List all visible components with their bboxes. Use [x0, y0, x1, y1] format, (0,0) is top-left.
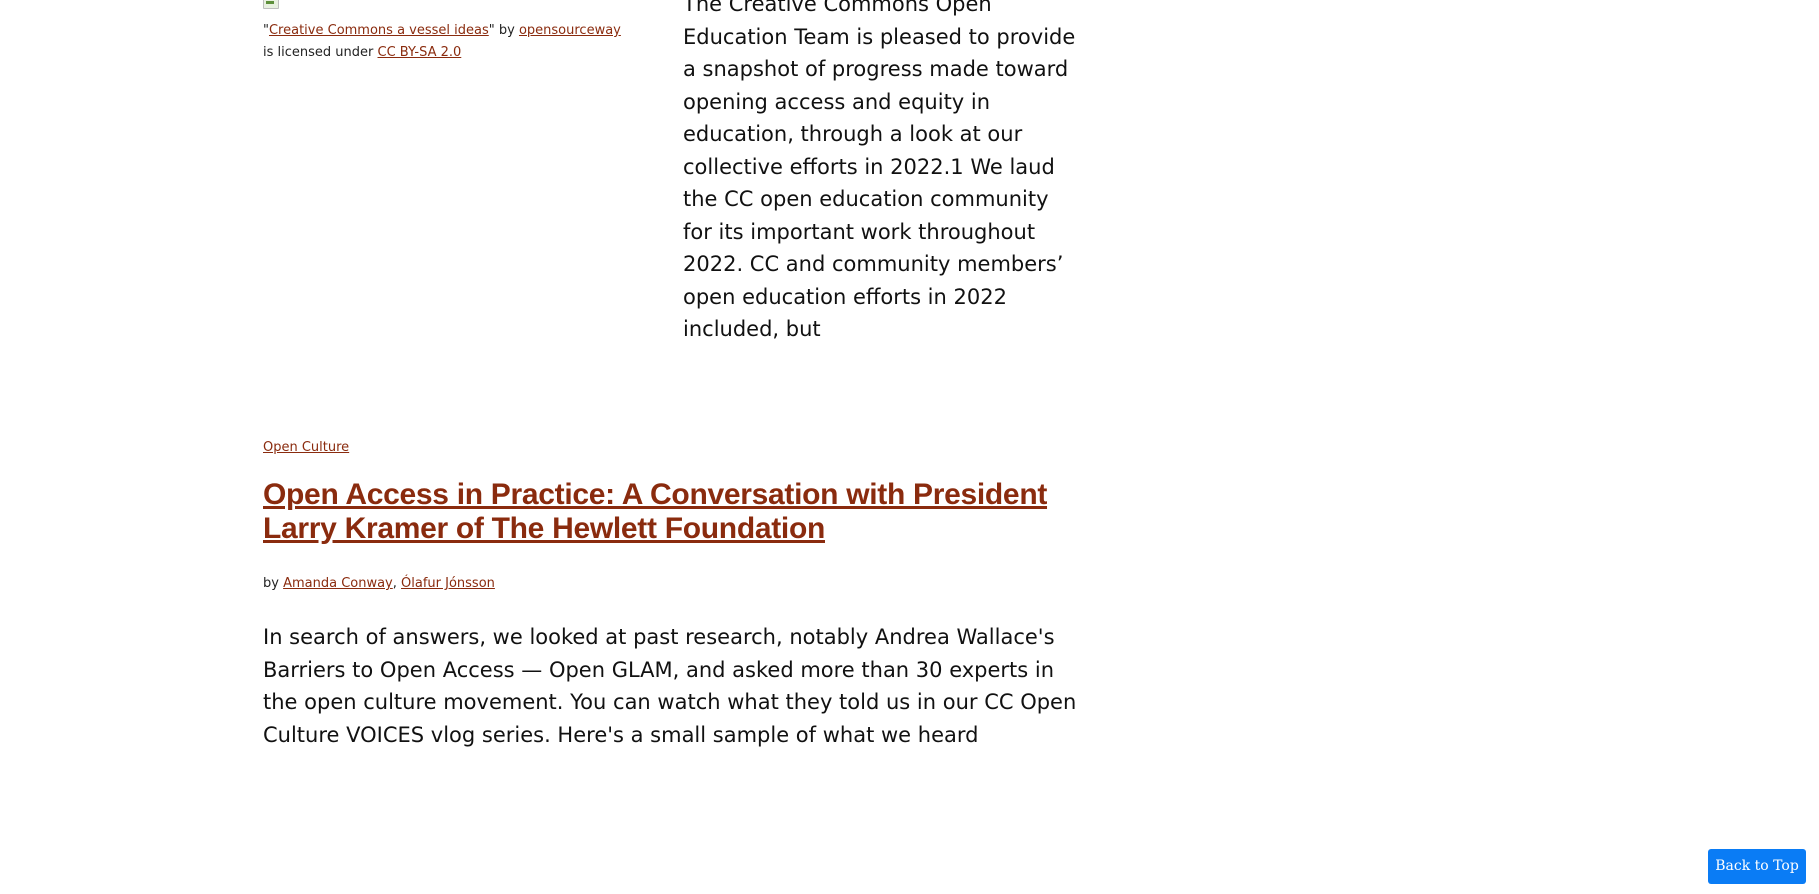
- caption-license-link[interactable]: CC BY-SA 2.0: [378, 45, 462, 60]
- caption-license-text: is licensed under: [263, 45, 378, 60]
- post-title: Open Access in Practice: A Conversation …: [263, 478, 1063, 546]
- post-title-link[interactable]: Open Access in Practice: A Conversation …: [263, 478, 1047, 545]
- post-excerpt: In search of answers, we looked at past …: [263, 625, 1077, 747]
- caption-title-link[interactable]: Creative Commons a vessel ideas: [269, 23, 489, 38]
- byline-label: by: [263, 576, 284, 591]
- back-to-top-button[interactable]: Back to Top: [1708, 849, 1806, 884]
- author-link-1[interactable]: Amanda Conway: [283, 576, 393, 591]
- category-link[interactable]: Open Culture: [263, 440, 349, 455]
- broken-image-icon: [263, 0, 279, 9]
- author-link-2[interactable]: Ólafur Jónsson: [401, 576, 495, 591]
- caption-by-text: " by: [488, 23, 519, 38]
- post-category: Open Culture: [263, 437, 349, 459]
- caption-author-link[interactable]: opensourceway: [519, 23, 621, 38]
- previous-post-excerpt: The Creative Commons Open Education Team…: [683, 0, 1076, 341]
- post-byline: by Amanda Conway, Ólafur Jónsson: [263, 573, 495, 595]
- author-separator: ,: [392, 576, 402, 591]
- image-caption: "Creative Commons a vessel ideas" by ope…: [263, 20, 623, 64]
